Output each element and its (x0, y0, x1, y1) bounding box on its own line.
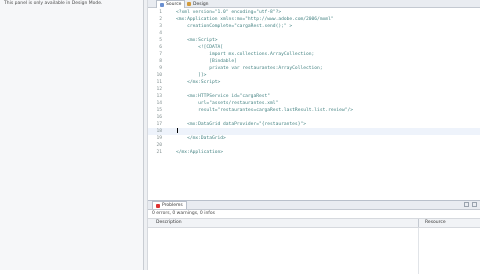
source-icon (160, 2, 164, 7)
code-line[interactable]: 21 </mx:Application> (148, 149, 480, 156)
line-number: 8 (159, 59, 162, 64)
line-number: 17 (156, 122, 162, 127)
tab-design-label: Design (193, 1, 209, 7)
column-divider[interactable] (418, 219, 419, 227)
line-text[interactable]: </mx:DataGrid> (176, 135, 226, 142)
line-number: 10 (156, 73, 162, 78)
code-line[interactable]: 11 </mx:Script> (148, 79, 480, 86)
column-divider-body (418, 228, 419, 274)
line-number: 12 (156, 87, 162, 92)
line-number: 4 (159, 31, 162, 36)
line-text[interactable]: private var restaurantes:ArrayCollection… (176, 65, 322, 72)
column-resource[interactable]: Resource (425, 220, 446, 225)
design-mode-message: This panel is only available in Design M… (4, 1, 103, 6)
code-line[interactable]: 2 <mx:Application xmlns:mx="http://www.ad… (148, 16, 480, 23)
tab-source[interactable]: Source (156, 0, 186, 8)
line-number: 18 (156, 129, 162, 134)
text-caret (177, 128, 178, 133)
code-line[interactable]: 20 (148, 142, 480, 149)
line-number: 1 (159, 10, 162, 15)
line-number: 2 (159, 17, 162, 22)
line-text[interactable]: <mx:Application xmlns:mx="http://www.ado… (176, 16, 334, 23)
code-line[interactable]: 1 <?xml version="1.0" encoding="utf-8"?> (148, 9, 480, 16)
problems-table-body (148, 228, 480, 274)
line-text[interactable]: <mx:DataGrid dataProvider="{restaurantes… (176, 121, 306, 128)
code-line[interactable]: 15 result="restaurantes=cargaRest.lastRe… (148, 107, 480, 114)
code-line[interactable]: 4 (148, 30, 480, 37)
code-line[interactable]: 3 creationComplete="cargaRest.send();" > (148, 23, 480, 30)
code-line[interactable]: 14 url="assets/restaurantes.xml" (148, 100, 480, 107)
problems-view: Problems 0 errors, 0 warnings, 0 infos D… (148, 200, 480, 274)
line-number: 19 (156, 136, 162, 141)
line-text[interactable]: <?xml version="1.0" encoding="utf-8"?> (176, 9, 281, 16)
maximize-icon[interactable] (472, 202, 477, 207)
line-number: 20 (156, 143, 162, 148)
properties-panel: This panel is only available in Design M… (0, 0, 144, 270)
line-text[interactable]: <mx:HTTPService id="cargaRest" (176, 93, 270, 100)
line-number: 13 (156, 94, 162, 99)
line-number: 15 (156, 108, 162, 113)
code-line[interactable]: 6 <![CDATA[ (148, 44, 480, 51)
line-number: 3 (159, 24, 162, 29)
tab-design[interactable]: Design (184, 0, 212, 8)
code-line[interactable]: 8 [Bindable] (148, 58, 480, 65)
code-line[interactable]: 13 <mx:HTTPService id="cargaRest" (148, 93, 480, 100)
line-text[interactable]: <![CDATA[ (176, 44, 223, 51)
tab-problems[interactable]: Problems (152, 201, 187, 209)
line-text[interactable]: creationComplete="cargaRest.send();" > (176, 23, 292, 30)
code-line[interactable]: 12 (148, 86, 480, 93)
line-number: 6 (159, 45, 162, 50)
tab-problems-label: Problems (162, 203, 183, 208)
line-text[interactable]: <mx:Script> (176, 37, 217, 44)
design-icon (187, 2, 191, 6)
line-number: 7 (159, 52, 162, 57)
view-controls (464, 202, 477, 207)
code-line[interactable]: 17 <mx:DataGrid dataProvider="{restauran… (148, 121, 480, 128)
problems-icon (156, 203, 160, 208)
problems-tabbar: Problems (148, 201, 480, 210)
column-description[interactable]: Description (156, 220, 182, 225)
line-number: 14 (156, 101, 162, 106)
code-line[interactable]: 16 (148, 114, 480, 121)
code-line[interactable]: 5 <mx:Script> (148, 37, 480, 44)
line-text[interactable]: [Bindable] (176, 58, 237, 65)
code-line[interactable]: 18 (148, 128, 480, 135)
line-text[interactable]: result="restaurantes=cargaRest.lastResul… (176, 107, 353, 114)
problems-table-header: Description Resource (148, 218, 480, 228)
line-number: 5 (159, 38, 162, 43)
code-editor[interactable]: Source Design 1 <?xml version="1.0" encod… (148, 0, 480, 200)
minimize-icon[interactable] (464, 202, 469, 207)
editor-mode-tabs: Source Design (148, 0, 480, 8)
line-number: 21 (156, 150, 162, 155)
line-text[interactable]: </mx:Script> (176, 79, 220, 86)
line-text[interactable] (176, 128, 178, 135)
line-text[interactable]: ]]> (176, 72, 206, 79)
code-line[interactable]: 7 import mx.collections.ArrayCollection; (148, 51, 480, 58)
line-number: 16 (156, 115, 162, 120)
line-text[interactable]: </mx:Application> (176, 149, 223, 156)
tab-source-label: Source (166, 2, 182, 7)
code-lines[interactable]: 1 <?xml version="1.0" encoding="utf-8"?> 2… (148, 9, 480, 156)
code-line[interactable]: 10 ]]> (148, 72, 480, 79)
line-number: 11 (156, 80, 162, 85)
line-number: 9 (159, 66, 162, 71)
code-line[interactable]: 9 private var restaurantes:ArrayCollecti… (148, 65, 480, 72)
problems-summary: 0 errors, 0 warnings, 0 infos (152, 211, 215, 216)
line-text[interactable]: import mx.collections.ArrayCollection; (176, 51, 314, 58)
line-text[interactable]: url="assets/restaurantes.xml" (176, 100, 278, 107)
code-line[interactable]: 19 </mx:DataGrid> (148, 135, 480, 142)
